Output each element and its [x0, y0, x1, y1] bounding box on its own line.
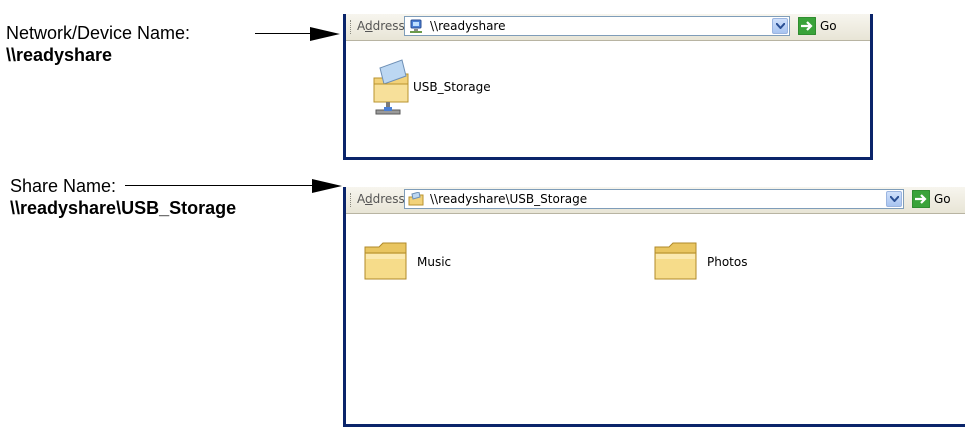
device-arrowhead — [310, 27, 340, 41]
item-label: Photos — [707, 255, 748, 269]
address-bar: Address \\readyshare Go — [346, 14, 870, 41]
item-label: Music — [417, 255, 452, 269]
go-arrow-icon[interactable] — [912, 190, 930, 208]
address-label: Address — [357, 19, 405, 33]
go-arrow-icon[interactable] — [798, 17, 816, 35]
chevron-down-icon — [890, 196, 899, 202]
folder-icon — [654, 242, 697, 280]
list-item[interactable]: Photos — [652, 239, 852, 299]
toolbar-grip[interactable] — [350, 193, 353, 207]
device-name-label: Network/Device Name: — [6, 23, 191, 43]
address-input[interactable]: \\readyshare — [404, 16, 790, 36]
address-dropdown-button[interactable] — [886, 191, 902, 207]
explorer-window-readyshare: Address \\readyshare Go USB_Storage — [343, 14, 873, 160]
share-name-callout: Share Name: \\readyshare\USB_Storage — [10, 175, 236, 219]
address-label: Address — [357, 192, 405, 206]
device-name-callout: Network/Device Name: \\readyshare — [6, 22, 190, 66]
go-button[interactable]: Go — [934, 192, 951, 206]
network-computer-icon — [410, 19, 422, 33]
toolbar-grip[interactable] — [350, 20, 353, 34]
address-text: \\readyshare\USB_Storage — [430, 192, 588, 206]
network-share-folder-icon — [408, 192, 424, 206]
folder-icon — [364, 242, 407, 280]
explorer-window-usb-storage: Address \\readyshare\USB_Storage Go Musi… — [343, 187, 965, 427]
address-input[interactable]: \\readyshare\USB_Storage — [404, 189, 904, 209]
share-name-value: \\readyshare\USB_Storage — [10, 198, 237, 218]
share-name-label: Share Name: — [10, 176, 117, 196]
item-label: USB_Storage — [413, 80, 491, 94]
address-dropdown-button[interactable] — [772, 18, 788, 34]
list-item[interactable]: USB_Storage — [372, 58, 572, 128]
share-leader-line — [125, 185, 312, 186]
chevron-down-icon — [776, 23, 785, 29]
list-item[interactable]: Music — [362, 239, 562, 299]
address-text: \\readyshare — [430, 19, 506, 33]
device-leader-line — [255, 33, 310, 34]
go-button[interactable]: Go — [820, 19, 837, 33]
share-arrowhead — [312, 179, 342, 193]
device-name-value: \\readyshare — [6, 45, 113, 65]
network-share-folder-icon — [373, 59, 409, 115]
address-bar: Address \\readyshare\USB_Storage Go — [346, 187, 965, 214]
